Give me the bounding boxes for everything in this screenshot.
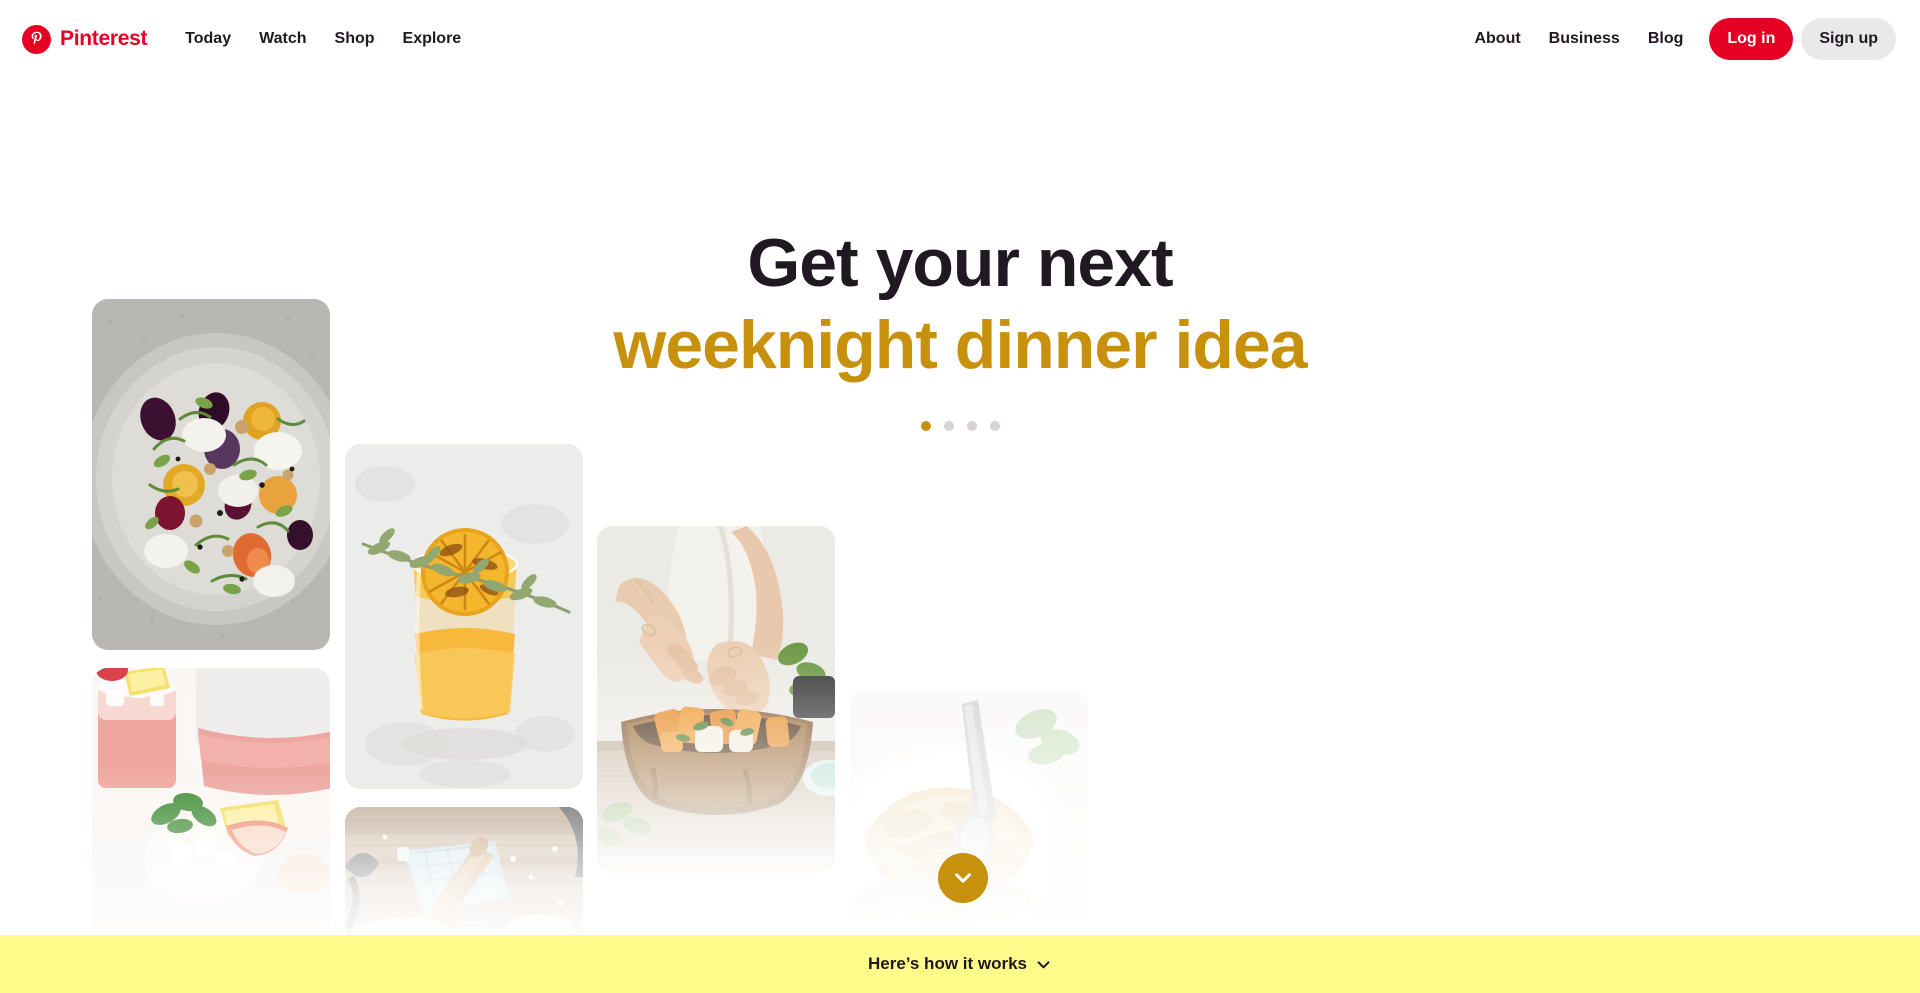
hero-image-grid: [0, 0, 1920, 993]
nav-item-explore[interactable]: Explore: [389, 20, 476, 58]
how-it-works-label-wrap: Here’s how it works: [868, 954, 1052, 974]
how-it-works-bar[interactable]: Here’s how it works: [0, 935, 1920, 993]
carousel-dot-4[interactable]: [989, 421, 1000, 432]
secondary-nav: About Business Blog Log in Sign up: [1460, 18, 1896, 60]
site-header: Pinterest Today Watch Shop Explore About…: [0, 0, 1920, 78]
carousel-dot-1[interactable]: [920, 421, 931, 432]
pinterest-wordmark: Pinterest: [60, 27, 148, 50]
nav-item-business[interactable]: Business: [1535, 20, 1634, 58]
carousel-dot-2[interactable]: [943, 421, 954, 432]
nav-item-shop[interactable]: Shop: [321, 20, 389, 58]
carousel-dot-3[interactable]: [966, 421, 977, 432]
gallery-tile-cocktail[interactable]: [345, 444, 583, 789]
nav-item-watch[interactable]: Watch: [245, 20, 320, 58]
nav-item-today[interactable]: Today: [171, 20, 245, 58]
signup-button[interactable]: Sign up: [1801, 18, 1896, 60]
primary-nav: Today Watch Shop Explore: [171, 20, 475, 58]
gallery-tile-drinks[interactable]: [92, 668, 330, 953]
login-button[interactable]: Log in: [1709, 18, 1794, 60]
carousel-dots: [0, 421, 1920, 432]
pinterest-logo[interactable]: Pinterest: [22, 24, 148, 54]
gallery-tile-salad[interactable]: [92, 299, 330, 650]
chevron-down-icon: [952, 867, 974, 889]
gallery-tile-dip[interactable]: [850, 690, 1088, 953]
nav-item-blog[interactable]: Blog: [1634, 20, 1698, 58]
gallery-tile-baking[interactable]: [345, 807, 583, 953]
gallery-tile-bowl[interactable]: [597, 526, 835, 871]
nav-item-about[interactable]: About: [1460, 20, 1534, 58]
chevron-down-icon: [1035, 956, 1052, 973]
scroll-down-button[interactable]: [938, 853, 988, 903]
pinterest-logo-icon: [22, 24, 51, 54]
how-it-works-label: Here’s how it works: [867, 954, 1028, 973]
